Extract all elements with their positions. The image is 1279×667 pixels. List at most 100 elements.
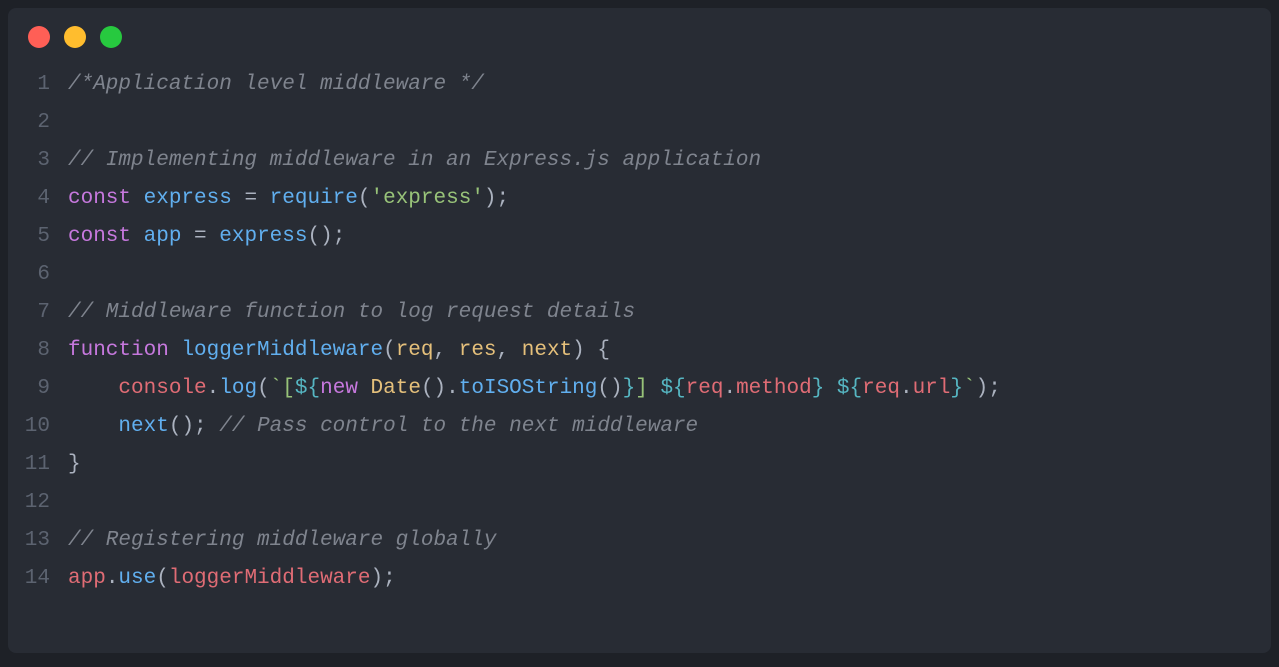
code-line[interactable] <box>68 256 1271 294</box>
code-token: next <box>118 415 168 438</box>
code-token: req <box>862 377 900 400</box>
line-number: 8 <box>8 332 50 370</box>
code-line[interactable]: app.use(loggerMiddleware); <box>68 560 1271 598</box>
code-token: ` <box>963 377 976 400</box>
code-token <box>131 187 144 210</box>
code-token <box>358 377 371 400</box>
code-token <box>824 377 837 400</box>
code-token: ${ <box>295 377 320 400</box>
code-token: } <box>68 453 81 476</box>
line-number: 9 <box>8 370 50 408</box>
line-number: 11 <box>8 446 50 484</box>
code-token: ( <box>156 567 169 590</box>
code-token: function <box>68 339 169 362</box>
code-token: . <box>723 377 736 400</box>
titlebar <box>8 8 1271 56</box>
line-number: 2 <box>8 104 50 142</box>
line-number: 6 <box>8 256 50 294</box>
code-token: express <box>219 225 307 248</box>
line-number: 4 <box>8 180 50 218</box>
code-token: . <box>900 377 913 400</box>
close-icon[interactable] <box>28 26 50 48</box>
line-number: 3 <box>8 142 50 180</box>
code-token: ( <box>257 377 270 400</box>
code-token: const <box>68 187 131 210</box>
code-token: ); <box>976 377 1001 400</box>
line-number: 1 <box>8 66 50 104</box>
code-token: ); <box>370 567 395 590</box>
editor-window: 1234567891011121314 /*Application level … <box>8 8 1271 653</box>
code-content[interactable]: /*Application level middleware */ // Impl… <box>68 66 1271 598</box>
code-line[interactable]: /*Application level middleware */ <box>68 66 1271 104</box>
code-token: loggerMiddleware <box>169 567 371 590</box>
code-editor[interactable]: 1234567891011121314 /*Application level … <box>8 56 1271 598</box>
code-token <box>169 339 182 362</box>
code-token: log <box>219 377 257 400</box>
code-line[interactable] <box>68 484 1271 522</box>
code-line[interactable]: next(); // Pass control to the next midd… <box>68 408 1271 446</box>
code-token <box>131 225 144 248</box>
code-token: // Middleware function to log request de… <box>68 301 635 324</box>
maximize-icon[interactable] <box>100 26 122 48</box>
code-token: /*Application level middleware */ <box>68 73 484 96</box>
code-token <box>207 225 220 248</box>
code-token: (). <box>421 377 459 400</box>
code-token: (); <box>307 225 345 248</box>
code-line[interactable] <box>68 104 1271 142</box>
code-token: . <box>106 567 119 590</box>
code-line[interactable]: const express = require('express'); <box>68 180 1271 218</box>
code-token: Date <box>371 377 421 400</box>
code-token: new <box>320 377 358 400</box>
code-line[interactable]: function loggerMiddleware(req, res, next… <box>68 332 1271 370</box>
code-token: 'express' <box>371 187 484 210</box>
line-number: 5 <box>8 218 50 256</box>
code-token: url <box>913 377 951 400</box>
code-token: next <box>522 339 572 362</box>
code-token: ); <box>484 187 509 210</box>
code-token: // Registering middleware globally <box>68 529 496 552</box>
code-token: use <box>118 567 156 590</box>
code-token: loggerMiddleware <box>181 339 383 362</box>
code-line[interactable]: // Registering middleware globally <box>68 522 1271 560</box>
code-token: req <box>396 339 434 362</box>
code-line[interactable]: // Implementing middleware in an Express… <box>68 142 1271 180</box>
code-token: // Implementing middleware in an Express… <box>68 149 761 172</box>
code-token: , <box>434 339 459 362</box>
code-token: app <box>144 225 182 248</box>
code-token: } <box>950 377 963 400</box>
minimize-icon[interactable] <box>64 26 86 48</box>
code-token: // Pass control to the next middleware <box>219 415 698 438</box>
code-line[interactable]: const app = express(); <box>68 218 1271 256</box>
code-token: = <box>194 225 207 248</box>
code-token: ] <box>635 377 660 400</box>
line-number: 14 <box>8 560 50 598</box>
code-token: req <box>686 377 724 400</box>
code-token: toISOString <box>459 377 598 400</box>
code-token: res <box>459 339 497 362</box>
code-token: const <box>68 225 131 248</box>
code-token <box>257 187 270 210</box>
code-token: , <box>497 339 522 362</box>
code-token <box>181 225 194 248</box>
code-token <box>232 187 245 210</box>
code-token: console <box>118 377 206 400</box>
code-line[interactable]: } <box>68 446 1271 484</box>
code-token: ${ <box>660 377 685 400</box>
code-token: ) { <box>572 339 610 362</box>
code-token: } <box>812 377 825 400</box>
code-line[interactable]: console.log(`[${new Date().toISOString()… <box>68 370 1271 408</box>
code-token: ${ <box>837 377 862 400</box>
code-token: ( <box>358 187 371 210</box>
code-token: app <box>68 567 106 590</box>
line-number: 13 <box>8 522 50 560</box>
code-token: . <box>207 377 220 400</box>
line-number-gutter: 1234567891011121314 <box>8 66 68 598</box>
line-number: 10 <box>8 408 50 446</box>
code-token: method <box>736 377 812 400</box>
code-token <box>68 415 118 438</box>
line-number: 12 <box>8 484 50 522</box>
code-token: `[ <box>270 377 295 400</box>
code-token: ( <box>383 339 396 362</box>
code-token <box>68 377 118 400</box>
code-line[interactable]: // Middleware function to log request de… <box>68 294 1271 332</box>
